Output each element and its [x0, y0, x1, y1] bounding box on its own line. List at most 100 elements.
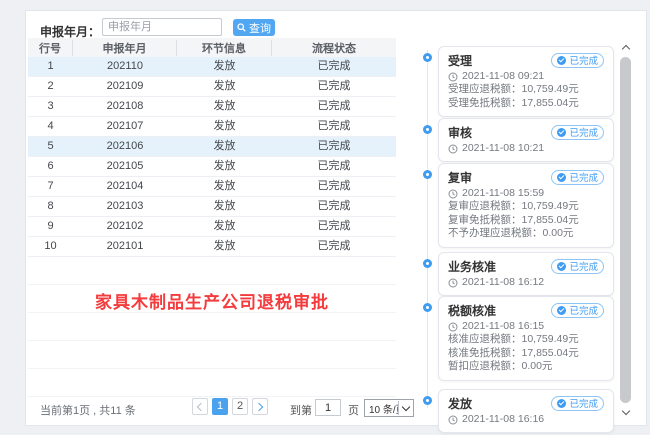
watermark-text: 家具木制品生产公司退税审批	[28, 288, 396, 313]
timeline-detail-line: 暂扣应退税额：0.00元	[448, 360, 604, 374]
table-row[interactable]: 10 202101 发放 已完成	[28, 237, 396, 257]
page-number-button[interactable]: 1	[212, 398, 228, 415]
cell-process-status: 已完成	[272, 217, 396, 236]
timeline-step-title: 业务核准	[448, 258, 496, 275]
chevron-right-icon	[255, 402, 263, 410]
timeline-details: 受理应退税额：10,759.49元受理免抵税额：17,855.04元	[448, 83, 604, 110]
cell-row-no: 7	[28, 177, 73, 196]
timeline-dot-icon	[423, 259, 432, 268]
cell-row-no: 2	[28, 77, 73, 96]
timeline-details: 复审应退税额：10,759.49元复审免抵税额：17,855.04元不予办理应退…	[448, 200, 604, 241]
cell-step-info: 发放	[177, 137, 272, 156]
cell-row-no: 8	[28, 197, 73, 216]
timeline-item: 税额核准 已完成 2021-11-08 16:15 核准应退税额：10,759.…	[412, 296, 648, 381]
cell-declare-month: 202106	[73, 137, 177, 156]
cell-process-status: 已完成	[272, 77, 396, 96]
table-row[interactable]: 7 202104 发放 已完成	[28, 177, 396, 197]
check-circle-icon	[557, 399, 566, 408]
timeline-card: 复审 已完成 2021-11-08 15:59 复审应退税额：10,759.49…	[438, 163, 614, 248]
timeline-timestamp: 2021-11-08 16:16	[462, 413, 544, 426]
scrollbar-thumb[interactable]	[620, 57, 631, 403]
timeline-timestamp: 2021-11-08 09:21	[462, 70, 544, 83]
empty-table-row	[28, 257, 396, 285]
timeline-detail-line: 核准应退税额：10,759.49元	[448, 333, 604, 347]
goto-page-prefix-label: 到第	[290, 402, 312, 418]
timeline-item: 业务核准 已完成 2021-11-08 16:12	[412, 252, 648, 296]
cell-declare-month: 202108	[73, 97, 177, 116]
timeline-card: 业务核准 已完成 2021-11-08 16:12	[438, 252, 614, 296]
timeline-dot-icon	[423, 125, 432, 134]
page-size-select[interactable]: 10 条/页	[364, 399, 414, 417]
clock-icon	[448, 144, 458, 154]
cell-process-status: 已完成	[272, 197, 396, 216]
timeline-details: 核准应退税额：10,759.49元核准免抵税额：17,855.04元暂扣应退税额…	[448, 333, 604, 374]
timeline-timestamp: 2021-11-08 15:59	[462, 187, 544, 200]
timeline-step-title: 税额核准	[448, 302, 496, 319]
timeline-dot-icon	[423, 303, 432, 312]
timeline-dot-icon	[423, 396, 432, 405]
cell-declare-month: 202103	[73, 197, 177, 216]
pagination-bar: 当前第1页 , 共11 条 12 到第 页 10 条/页	[28, 397, 428, 421]
cell-declare-month: 202102	[73, 217, 177, 236]
pager: 12	[192, 398, 268, 415]
status-badge-label: 已完成	[569, 125, 598, 139]
timeline-detail-line: 不予办理应退税额：0.00元	[448, 227, 604, 241]
timeline-card: 审核 已完成 2021-11-08 10:21	[438, 118, 614, 162]
cell-step-info: 发放	[177, 117, 272, 136]
table-empty-area	[28, 257, 396, 397]
timeline-item: 发放 已完成 2021-11-08 16:16	[412, 389, 648, 433]
cell-row-no: 3	[28, 97, 73, 116]
page-number-button[interactable]: 2	[232, 398, 248, 415]
timeline-step-title: 受理	[448, 52, 472, 69]
cell-row-no: 9	[28, 217, 73, 236]
cell-process-status: 已完成	[272, 177, 396, 196]
table-row[interactable]: 2 202109 发放 已完成	[28, 77, 396, 97]
next-page-button[interactable]	[252, 398, 268, 415]
timeline-card: 发放 已完成 2021-11-08 16:16	[438, 389, 614, 433]
timeline-timestamp: 2021-11-08 16:15	[462, 320, 544, 333]
prev-page-button[interactable]	[192, 398, 208, 415]
query-button[interactable]: 查询	[233, 19, 275, 36]
cell-step-info: 发放	[177, 237, 272, 256]
cell-process-status: 已完成	[272, 157, 396, 176]
status-badge: 已完成	[551, 303, 604, 318]
header-row-no: 行号	[28, 40, 73, 56]
table-row[interactable]: 1 202110 发放 已完成	[28, 57, 396, 77]
table-row[interactable]: 9 202102 发放 已完成	[28, 217, 396, 237]
header-step-info: 环节信息	[177, 40, 272, 56]
table-row[interactable]: 3 202108 发放 已完成	[28, 97, 396, 117]
table-header: 行号 申报年月 环节信息 流程状态	[28, 38, 396, 57]
timeline-detail-line: 复审免抵税额：17,855.04元	[448, 214, 604, 228]
status-badge-label: 已完成	[569, 303, 598, 317]
scroll-up-icon[interactable]	[619, 41, 633, 55]
clock-icon	[448, 278, 458, 288]
goto-page-input[interactable]	[315, 399, 341, 416]
table-row[interactable]: 4 202107 发放 已完成	[28, 117, 396, 137]
timeline-detail-line: 复审应退税额：10,759.49元	[448, 200, 604, 214]
cell-process-status: 已完成	[272, 117, 396, 136]
timeline-detail-line: 受理应退税额：10,759.49元	[448, 83, 604, 97]
status-badge-label: 已完成	[569, 396, 598, 410]
cell-process-status: 已完成	[272, 237, 396, 256]
table-row[interactable]: 6 202105 发放 已完成	[28, 157, 396, 177]
chevron-down-icon	[398, 401, 412, 415]
status-badge-label: 已完成	[569, 259, 598, 273]
timeline-timestamp: 2021-11-08 16:12	[462, 276, 544, 289]
status-badge: 已完成	[551, 259, 604, 274]
cell-declare-month: 202107	[73, 117, 177, 136]
search-icon	[237, 23, 246, 32]
timeline-scrollbar[interactable]	[619, 41, 633, 419]
pagination-info: 当前第1页 , 共11 条	[40, 402, 136, 418]
table-row[interactable]: 5 202106 发放 已完成	[28, 137, 396, 157]
cell-declare-month: 202105	[73, 157, 177, 176]
clock-icon	[448, 72, 458, 82]
clock-icon	[448, 322, 458, 332]
cell-declare-month: 202109	[73, 77, 177, 96]
timeline-card: 受理 已完成 2021-11-08 09:21 受理应退税额：10,759.49…	[438, 46, 614, 117]
table-body: 1 202110 发放 已完成 2 202109 发放 已完成 3 202108…	[28, 57, 396, 257]
table-row[interactable]: 8 202103 发放 已完成	[28, 197, 396, 217]
scroll-down-icon[interactable]	[619, 405, 633, 419]
declare-month-input[interactable]	[102, 18, 222, 36]
timeline-timestamp: 2021-11-08 10:21	[462, 142, 544, 155]
timeline-item: 受理 已完成 2021-11-08 09:21 受理应退税额：10,759.49…	[412, 46, 648, 117]
